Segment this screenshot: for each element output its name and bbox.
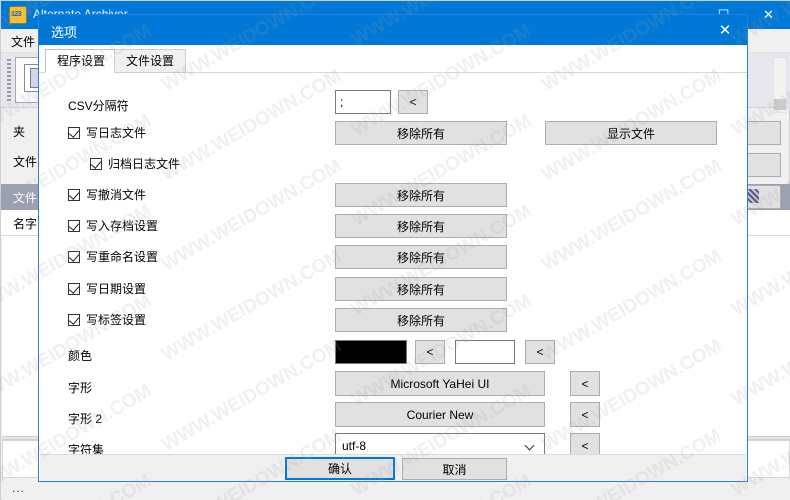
remove-all-undo-button[interactable]: 移除所有 <box>335 183 507 207</box>
background-color-swatch[interactable] <box>455 340 515 364</box>
dialog-body: CSV分隔符 ; < 写日志文件 移除所有 显示文件 归档日志文件 写撤消文件 … <box>40 73 746 458</box>
tab-program-settings[interactable]: 程序设置 <box>45 49 118 73</box>
label-folder: 夹 <box>13 125 26 139</box>
label-font-1: 字形 <box>68 381 93 395</box>
label-write-log-file: 写日志文件 <box>86 126 147 140</box>
remove-all-tag-settings-button[interactable]: 移除所有 <box>335 308 507 332</box>
label-write-date-settings: 写日期设置 <box>86 282 147 296</box>
remove-all-date-settings-button[interactable]: 移除所有 <box>335 277 507 301</box>
font-1-button[interactable]: Microsoft YaHei UI <box>335 371 545 396</box>
options-dialog: 选项 ✕ 程序设置 文件设置 CSV分隔符 ; < 写日志文件 移除所有 显示文… <box>38 14 748 482</box>
checkbox-write-date-settings[interactable] <box>68 283 80 295</box>
dialog-title: 选项 <box>51 25 78 40</box>
toolbar-grip-handle[interactable] <box>7 59 11 101</box>
remove-all-log-button[interactable]: 移除所有 <box>335 121 507 145</box>
font-2-pick-button[interactable]: < <box>570 402 600 427</box>
application-icon <box>9 6 27 24</box>
dialog-tab-strip: 程序设置 文件设置 <box>39 45 747 73</box>
label-file: 文件 <box>13 155 38 169</box>
chevron-down-icon <box>526 442 534 450</box>
checkbox-write-log-file[interactable] <box>68 127 80 139</box>
remove-all-archive-settings-button[interactable]: 移除所有 <box>335 214 507 238</box>
font-2-button[interactable]: Courier New <box>335 402 545 427</box>
checkbox-archive-log-file[interactable] <box>90 158 102 170</box>
ok-button[interactable]: 确认 <box>285 457 395 480</box>
dialog-title-bar: 选项 ✕ <box>39 15 747 45</box>
font-1-pick-button[interactable]: < <box>570 371 600 396</box>
checkbox-write-undo-file[interactable] <box>68 189 80 201</box>
remove-all-rename-settings-button[interactable]: 移除所有 <box>335 245 507 269</box>
dialog-footer: 确认 取消 <box>40 454 746 481</box>
menu-item-file[interactable]: 文件 <box>11 33 35 50</box>
label-write-archive-settings: 写入存档设置 <box>86 219 159 233</box>
foreground-color-pick-button[interactable]: < <box>415 340 445 364</box>
checkbox-write-rename-settings[interactable] <box>68 251 80 263</box>
column-header-name: 名字 <box>13 217 38 231</box>
tab-file-settings[interactable]: 文件设置 <box>114 49 187 73</box>
label-color: 颜色 <box>68 349 93 363</box>
show-file-button[interactable]: 显示文件 <box>545 121 717 145</box>
checkbox-write-tag-settings[interactable] <box>68 314 80 326</box>
foreground-color-swatch[interactable] <box>335 340 407 364</box>
label-write-undo-file: 写撤消文件 <box>86 188 147 202</box>
csv-separator-input[interactable]: ; <box>335 90 391 114</box>
scrollbar-thumb[interactable] <box>774 99 786 110</box>
status-text: ... <box>12 481 26 495</box>
background-color-pick-button[interactable]: < <box>525 340 555 364</box>
dialog-close-icon[interactable]: ✕ <box>703 15 747 45</box>
close-button[interactable]: ✕ <box>746 1 790 29</box>
cancel-button[interactable]: 取消 <box>402 458 507 480</box>
checkbox-write-archive-settings[interactable] <box>68 220 80 232</box>
label-write-rename-settings: 写重命名设置 <box>86 250 159 264</box>
label-font-2: 字形 2 <box>68 412 103 426</box>
label-archive-log-file: 归档日志文件 <box>108 157 181 171</box>
label-csv-separator: CSV分隔符 <box>68 99 129 113</box>
csv-separator-pick-button[interactable]: < <box>398 90 428 114</box>
label-write-tag-settings: 写标签设置 <box>86 313 147 327</box>
